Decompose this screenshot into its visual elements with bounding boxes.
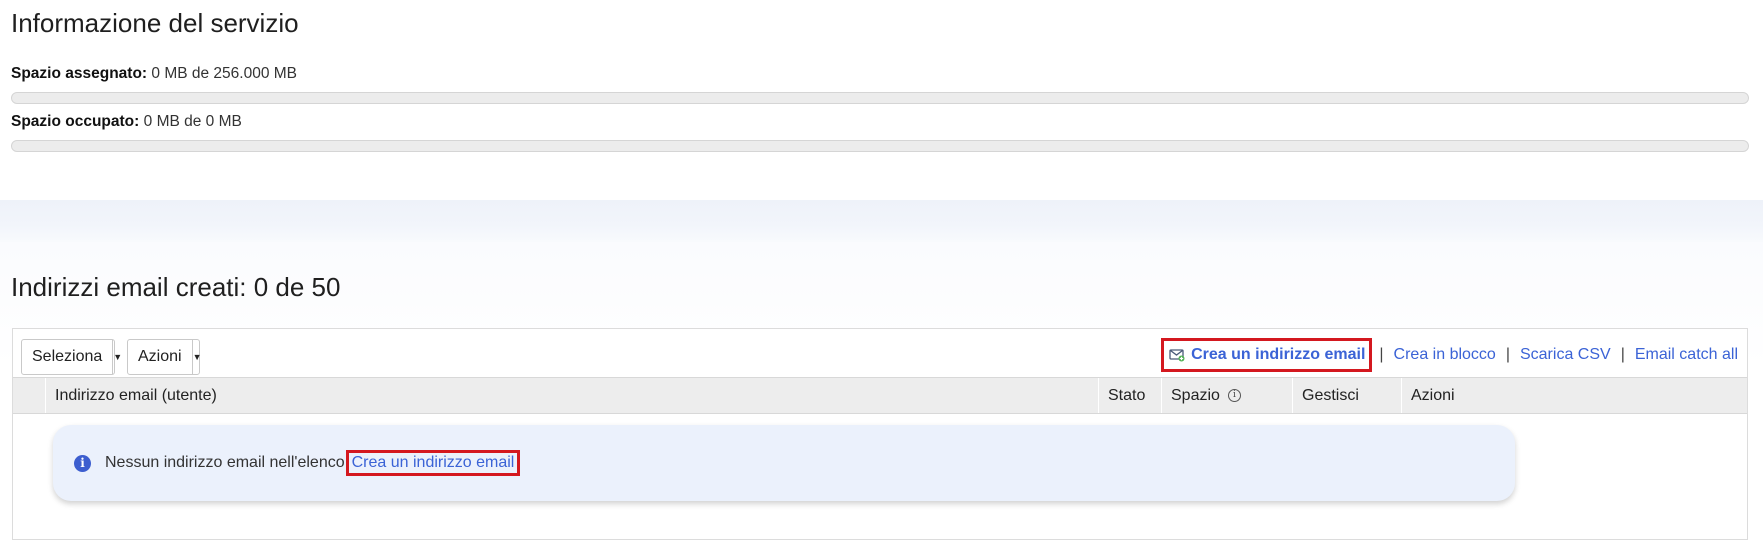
caret-down-icon: ▼ (191, 340, 202, 374)
download-csv-link[interactable]: Scarica CSV (1520, 346, 1611, 364)
email-addresses-title: Indirizzi email creati: 0 de 50 (11, 272, 341, 302)
assigned-space-value: 0 MB de 256.000 MB (151, 65, 298, 82)
used-space-progress (11, 140, 1749, 152)
link-separator: | (1379, 346, 1384, 363)
assigned-space-line: Spazio assegnato: 0 MB de 256.000 MB (11, 65, 297, 83)
select-dropdown-label: Seleziona (32, 348, 103, 365)
table-header-checkbox-column[interactable] (13, 378, 46, 413)
used-space-line: Spazio occupato: 0 MB de 0 MB (11, 113, 242, 131)
actions-dropdown-label: Azioni (138, 348, 182, 365)
assigned-space-progress (11, 92, 1749, 104)
column-header-status[interactable]: Stato (1099, 378, 1162, 413)
section-divider (0, 200, 1763, 242)
service-info-section: Informazione del servizio Spazio assegna… (0, 0, 1763, 200)
column-header-actions: Azioni (1411, 386, 1455, 404)
used-space-label: Spazio occupato: (11, 113, 140, 130)
link-separator: | (1505, 346, 1510, 363)
create-email-link[interactable]: Crea un indirizzo email (1191, 346, 1365, 364)
bulk-create-link[interactable]: Crea in blocco (1394, 346, 1496, 364)
column-header-manage: Gestisci (1293, 378, 1402, 413)
empty-list-message: Nessun indirizzo email nell'elenco (105, 454, 345, 471)
assigned-space-label: Spazio assegnato: (11, 65, 148, 82)
service-info-title: Informazione del servizio (11, 8, 299, 38)
empty-create-email-link[interactable]: Crea un indirizzo email (352, 454, 515, 471)
email-addresses-section: Indirizzi email creati: 0 de 50 Selezion… (0, 242, 1763, 553)
toolbar-links: Crea un indirizzo email | Crea in blocco… (1161, 337, 1738, 373)
empty-create-highlight: Crea un indirizzo email (345, 450, 521, 476)
email-addresses-panel: Seleziona ▼ Azioni ▼ Crea un indirizzo e… (12, 328, 1748, 540)
info-filled-icon: i (74, 454, 91, 472)
mail-plus-icon[interactable] (1169, 348, 1185, 362)
caret-down-icon: ▼ (112, 340, 122, 374)
column-header-space-label: Spazio (1171, 386, 1220, 404)
used-space-value: 0 MB de 0 MB (143, 113, 242, 130)
column-header-space[interactable]: Spazio i (1162, 378, 1293, 413)
select-dropdown-button[interactable]: Seleziona ▼ (21, 339, 122, 375)
column-header-email[interactable]: Indirizzo email (utente) (46, 378, 1099, 413)
actions-dropdown-button[interactable]: Azioni ▼ (127, 339, 202, 375)
empty-list-notice: i Nessun indirizzo email nell'elenco Cre… (53, 425, 1515, 501)
catch-all-link[interactable]: Email catch all (1635, 346, 1738, 364)
info-circle-icon[interactable]: i (1227, 389, 1241, 402)
link-separator: | (1620, 346, 1625, 363)
table-header: Indirizzo email (utente) Stato Spazio i … (13, 377, 1747, 414)
create-email-highlight: Crea un indirizzo email (1161, 338, 1373, 372)
